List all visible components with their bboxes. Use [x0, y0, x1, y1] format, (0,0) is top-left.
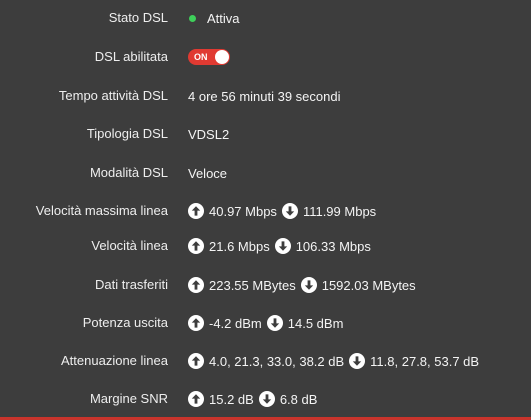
row-margine-snr: Margine SNR 15.2 dB 6.8 dB	[0, 387, 531, 411]
dati-trasferiti-label: Dati trasferiti	[95, 277, 168, 292]
potenza-uscita-down: 14.5 dBm	[287, 315, 344, 331]
velocita-linea-label: Velocità linea	[91, 238, 168, 253]
arrow-down-circle-icon	[300, 277, 317, 293]
velocita-linea-down: 106.33 Mbps	[295, 238, 371, 254]
velocita-massima-down: 111.99 Mbps	[302, 203, 377, 219]
row-tempo-attivita: Tempo attività DSL 4 ore 56 minuti 39 se…	[0, 84, 531, 108]
tempo-attivita-label: Tempo attività DSL	[58, 88, 168, 103]
potenza-uscita-up: -4.2 dBm	[209, 315, 262, 331]
modalita-label: Modalità DSL	[89, 165, 168, 180]
arrow-up-circle-icon	[188, 391, 204, 407]
tipologia-value: VDSL2	[188, 126, 230, 142]
margine-snr-label: Margine SNR	[89, 391, 168, 406]
status-dot-icon	[189, 14, 196, 22]
velocita-linea-up: 21.6 Mbps	[209, 238, 270, 254]
row-attenuazione-linea: Attenuazione linea 4.0, 21.3, 33.0, 38.2…	[0, 349, 531, 373]
modalita-value: Veloce	[188, 165, 228, 181]
tipologia-label: Tipologia DSL	[86, 126, 168, 141]
stato-dsl-label: Stato DSL	[108, 10, 168, 25]
row-velocita-linea: Velocità linea 21.6 Mbps 106.33 Mbps	[0, 234, 531, 258]
margine-snr-value: 15.2 dB 6.8 dB	[188, 387, 317, 411]
dati-trasferiti-down: 1592.03 MBytes	[321, 277, 416, 293]
velocita-massima-label: Velocità massima linea	[35, 203, 168, 218]
potenza-uscita-label: Potenza uscita	[82, 315, 168, 330]
stato-dsl-value: Attiva	[207, 10, 240, 26]
row-potenza-uscita: Potenza uscita -4.2 dBm 14.5 dBm	[0, 311, 531, 335]
row-stato-dsl: Stato DSL Attiva	[0, 6, 531, 30]
dsl-abilitata-value-wrap: ON	[188, 45, 230, 69]
dati-trasferiti-value: 223.55 MBytes 1592.03 MBytes	[188, 273, 416, 297]
row-tipologia: Tipologia DSL VDSL2	[0, 122, 531, 146]
row-dati-trasferiti: Dati trasferiti 223.55 MBytes 1592.03 MB…	[0, 273, 531, 297]
arrow-down-circle-icon	[258, 391, 275, 407]
attenuazione-linea-up: 4.0, 21.3, 33.0, 38.2 dB	[209, 353, 345, 369]
arrow-up-circle-icon	[188, 353, 204, 369]
arrow-up-circle-icon	[188, 203, 204, 219]
velocita-linea-value: 21.6 Mbps 106.33 Mbps	[188, 234, 371, 258]
toggle-knob	[215, 50, 229, 64]
arrow-down-circle-icon	[349, 353, 366, 369]
velocita-massima-value: 40.97 Mbps 111.99 Mbps	[188, 199, 376, 223]
velocita-massima-up: 40.97 Mbps	[209, 203, 277, 219]
attenuazione-linea-down: 11.8, 27.8, 53.7 dB	[370, 353, 480, 369]
row-dsl-abilitata: DSL abilitata ON	[0, 45, 531, 69]
stato-dsl-value-wrap: Attiva	[188, 6, 240, 30]
toggle-on-text: ON	[194, 52, 208, 62]
potenza-uscita-value: -4.2 dBm 14.5 dBm	[188, 311, 343, 335]
margine-snr-down: 6.8 dB	[279, 391, 318, 407]
attenuazione-linea-label: Attenuazione linea	[61, 353, 168, 368]
row-modalita: Modalità DSL Veloce	[0, 161, 531, 185]
arrow-up-circle-icon	[188, 277, 204, 293]
dati-trasferiti-up: 223.55 MBytes	[209, 277, 296, 293]
margine-snr-up: 15.2 dB	[209, 391, 254, 407]
tempo-attivita-value: 4 ore 56 minuti 39 secondi	[188, 88, 341, 104]
arrow-down-circle-icon	[274, 238, 291, 254]
attenuazione-linea-value: 4.0, 21.3, 33.0, 38.2 dB 11.8, 27.8, 53.…	[188, 349, 479, 373]
dsl-enabled-toggle[interactable]: ON	[188, 49, 230, 65]
arrow-down-circle-icon	[266, 315, 283, 331]
arrow-down-circle-icon	[281, 203, 298, 219]
arrow-up-circle-icon	[188, 238, 204, 254]
row-velocita-massima: Velocità massima linea 40.97 Mbps 111.99…	[0, 199, 531, 223]
dsl-abilitata-label: DSL abilitata	[94, 49, 168, 64]
arrow-up-circle-icon	[188, 315, 204, 331]
